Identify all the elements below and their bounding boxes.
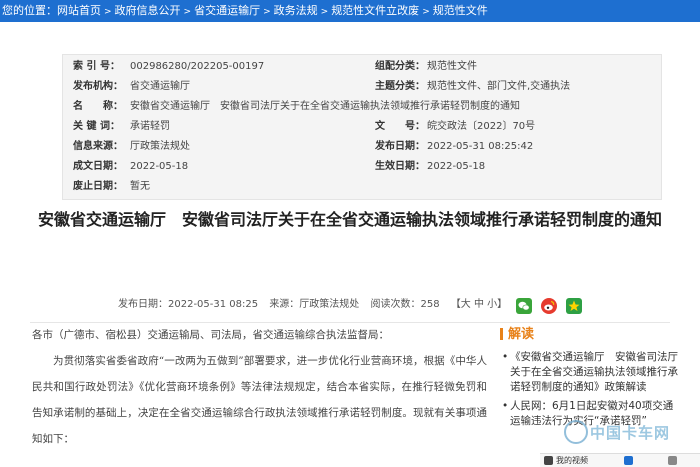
publication-info: 发布日期：2022-05-31 08:25 来源：厅政策法规处 阅读次数：258… xyxy=(118,297,507,313)
metadata-row: 名 称： 安徽省交通运输厅 安徽省司法厅关于在全省交通运输执法领域推行承诺轻罚制… xyxy=(63,98,663,116)
article-body: 各市（广德市、宿松县）交通运输局、司法局，省交通运输综合执法监督局： 为贯彻落实… xyxy=(32,322,487,452)
sidebar-item-label: 人民网：6月1日起安徽对40项交通运输违法行为实行“承诺轻罚” xyxy=(510,400,674,427)
keywords-value: 承诺轻罚 xyxy=(130,121,170,132)
sidebar-item-policy-interpretation[interactable]: • 《安徽省交通运输厅 安徽省司法厅关于在全省交通运输执法领域推行承诺轻罚制度的通… xyxy=(502,350,680,395)
document-metadata-table: 索 引 号： 002986280/202205-00197 组配分类： 规范性文… xyxy=(62,54,662,200)
category-value: 规范性文件 xyxy=(427,61,477,72)
index-number-value: 002986280/202205-00197 xyxy=(130,61,265,72)
content-panel: 索 引 号： 002986280/202205-00197 组配分类： 规范性文… xyxy=(0,22,700,467)
topic-value: 规范性文件、部门文件,交通执法 xyxy=(427,81,571,92)
publish-date-value: 2022-05-31 08:25:42 xyxy=(427,141,534,152)
interpretation-sidebar: 解读 • 《安徽省交通运输厅 安徽省司法厅关于在全省交通运输执法领域推行承诺轻罚制… xyxy=(500,322,680,429)
breadcrumb-link-regulations[interactable]: 政务法规 xyxy=(274,4,318,17)
video-icon xyxy=(544,456,553,465)
article-source: 来源：厅政策法规处 xyxy=(269,299,360,310)
breadcrumb-link-normative-docs[interactable]: 规范性文件 xyxy=(433,4,488,17)
name-value: 安徽省交通运输厅 安徽省司法厅关于在全省交通运输执法领域推行承诺轻罚制度的通知 xyxy=(130,101,520,112)
metadata-row: 索 引 号： 002986280/202205-00197 组配分类： 规范性文… xyxy=(63,58,663,76)
metadata-row: 成文日期： 2022-05-18 生效日期： 2022-05-18 xyxy=(63,158,663,176)
metadata-row: 发布机构： 省交通运输厅 主题分类： 规范性文件、部门文件,交通执法 xyxy=(63,78,663,96)
info-source-value: 厅政策法规处 xyxy=(130,141,190,152)
breadcrumb-link-normative-revisions[interactable]: 规范性文件立改废 xyxy=(331,4,419,17)
breadcrumb-link-gov-info[interactable]: 政府信息公开 xyxy=(115,4,181,17)
breadcrumb-prefix: 您的位置： xyxy=(2,4,57,17)
qzone-icon[interactable] xyxy=(566,298,582,314)
article-title: 安徽省交通运输厅 安徽省司法厅关于在全省交通运输执法领域推行承诺轻罚制度的通知 xyxy=(37,210,662,229)
video-taskbar-strip[interactable]: 我的视频 xyxy=(540,453,700,467)
index-number-label: 索 引 号： xyxy=(73,61,120,72)
publisher-label: 发布机构： xyxy=(73,81,123,92)
article-view-count: 阅读次数：258 xyxy=(370,299,440,310)
breadcrumb-link-department[interactable]: 省交通运输厅 xyxy=(194,4,260,17)
name-label: 名 称： xyxy=(73,101,123,112)
effective-date-value: 2022-05-18 xyxy=(427,161,486,172)
bullet-icon: • xyxy=(502,400,509,412)
info-source-label: 信息来源： xyxy=(73,141,123,152)
publisher-value: 省交通运输厅 xyxy=(130,81,190,92)
wechat-icon[interactable] xyxy=(516,298,532,314)
article-paragraph: 为贯彻落实省委省政府“一改两为五做到”部署要求，进一步优化行业营商环境，根据《中… xyxy=(32,355,487,445)
metadata-row: 废止日期： 暂无 xyxy=(63,178,663,196)
menu-icon[interactable] xyxy=(668,456,677,465)
my-video-label[interactable]: 我的视频 xyxy=(556,454,588,467)
topic-label: 主题分类： xyxy=(375,81,425,92)
doc-number-label: 文 号： xyxy=(375,121,425,132)
repeal-date-label: 废止日期： xyxy=(73,181,123,192)
written-date-label: 成文日期： xyxy=(73,161,123,172)
metadata-row: 关 键 词： 承诺轻罚 文 号： 皖交政法〔2022〕70号 xyxy=(63,118,663,136)
bullet-icon: • xyxy=(502,351,509,363)
written-date-value: 2022-05-18 xyxy=(130,161,189,172)
publish-date-label: 发布日期： xyxy=(375,141,425,152)
breadcrumb-separator: > xyxy=(183,7,192,17)
effective-date-label: 生效日期： xyxy=(375,161,425,172)
breadcrumb-separator: > xyxy=(422,7,430,17)
article-salutation: 各市（广德市、宿松县）交通运输局、司法局，省交通运输综合执法监督局： xyxy=(32,329,389,341)
article-publish-date: 发布日期：2022-05-31 08:25 xyxy=(118,299,259,310)
sidebar-heading: 解读 xyxy=(508,327,535,342)
category-label: 组配分类： xyxy=(375,61,425,72)
breadcrumb-separator: > xyxy=(104,7,112,17)
sidebar-accent-bar xyxy=(500,328,503,340)
sidebar-item-label: 《安徽省交通运输厅 安徽省司法厅关于在全省交通运输执法领域推行承诺轻罚制度的通知… xyxy=(510,351,678,393)
breadcrumb-separator: > xyxy=(320,7,329,17)
expand-icon[interactable] xyxy=(624,456,633,465)
weibo-icon[interactable] xyxy=(541,298,557,314)
keywords-label: 关 键 词： xyxy=(73,121,120,132)
font-size-switcher[interactable]: 【大 中 小】 xyxy=(451,299,507,310)
breadcrumb-separator: > xyxy=(263,7,271,17)
breadcrumb-link-home[interactable]: 网站首页 xyxy=(57,4,101,17)
repeal-date-value: 暂无 xyxy=(130,181,150,192)
sidebar-item-people-daily[interactable]: • 人民网：6月1日起安徽对40项交通运输违法行为实行“承诺轻罚” xyxy=(502,399,680,429)
metadata-row: 信息来源： 厅政策法规处 发布日期： 2022-05-31 08:25:42 xyxy=(63,138,663,156)
doc-number-value: 皖交政法〔2022〕70号 xyxy=(427,121,536,132)
breadcrumb: 您的位置：网站首页 > 政府信息公开 > 省交通运输厅 > 政务法规 > 规范性文件立改废 > 规范… xyxy=(0,0,700,22)
